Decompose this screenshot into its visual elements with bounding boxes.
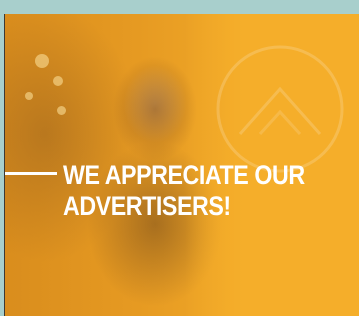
accent-rule bbox=[5, 172, 57, 175]
light-bokeh bbox=[53, 76, 63, 86]
headline: WE APPRECIATE OUR ADVERTISERS! bbox=[63, 160, 305, 222]
light-bokeh bbox=[35, 54, 49, 68]
headline-line-1: WE APPRECIATE OUR bbox=[63, 160, 305, 190]
light-bokeh bbox=[57, 106, 66, 115]
light-bokeh bbox=[25, 92, 33, 100]
headline-line-2: ADVERTISERS! bbox=[63, 191, 231, 221]
advertiser-banner[interactable]: WE APPRECIATE OUR ADVERTISERS! bbox=[4, 14, 359, 316]
ad-frame: WE APPRECIATE OUR ADVERTISERS! bbox=[0, 0, 359, 316]
